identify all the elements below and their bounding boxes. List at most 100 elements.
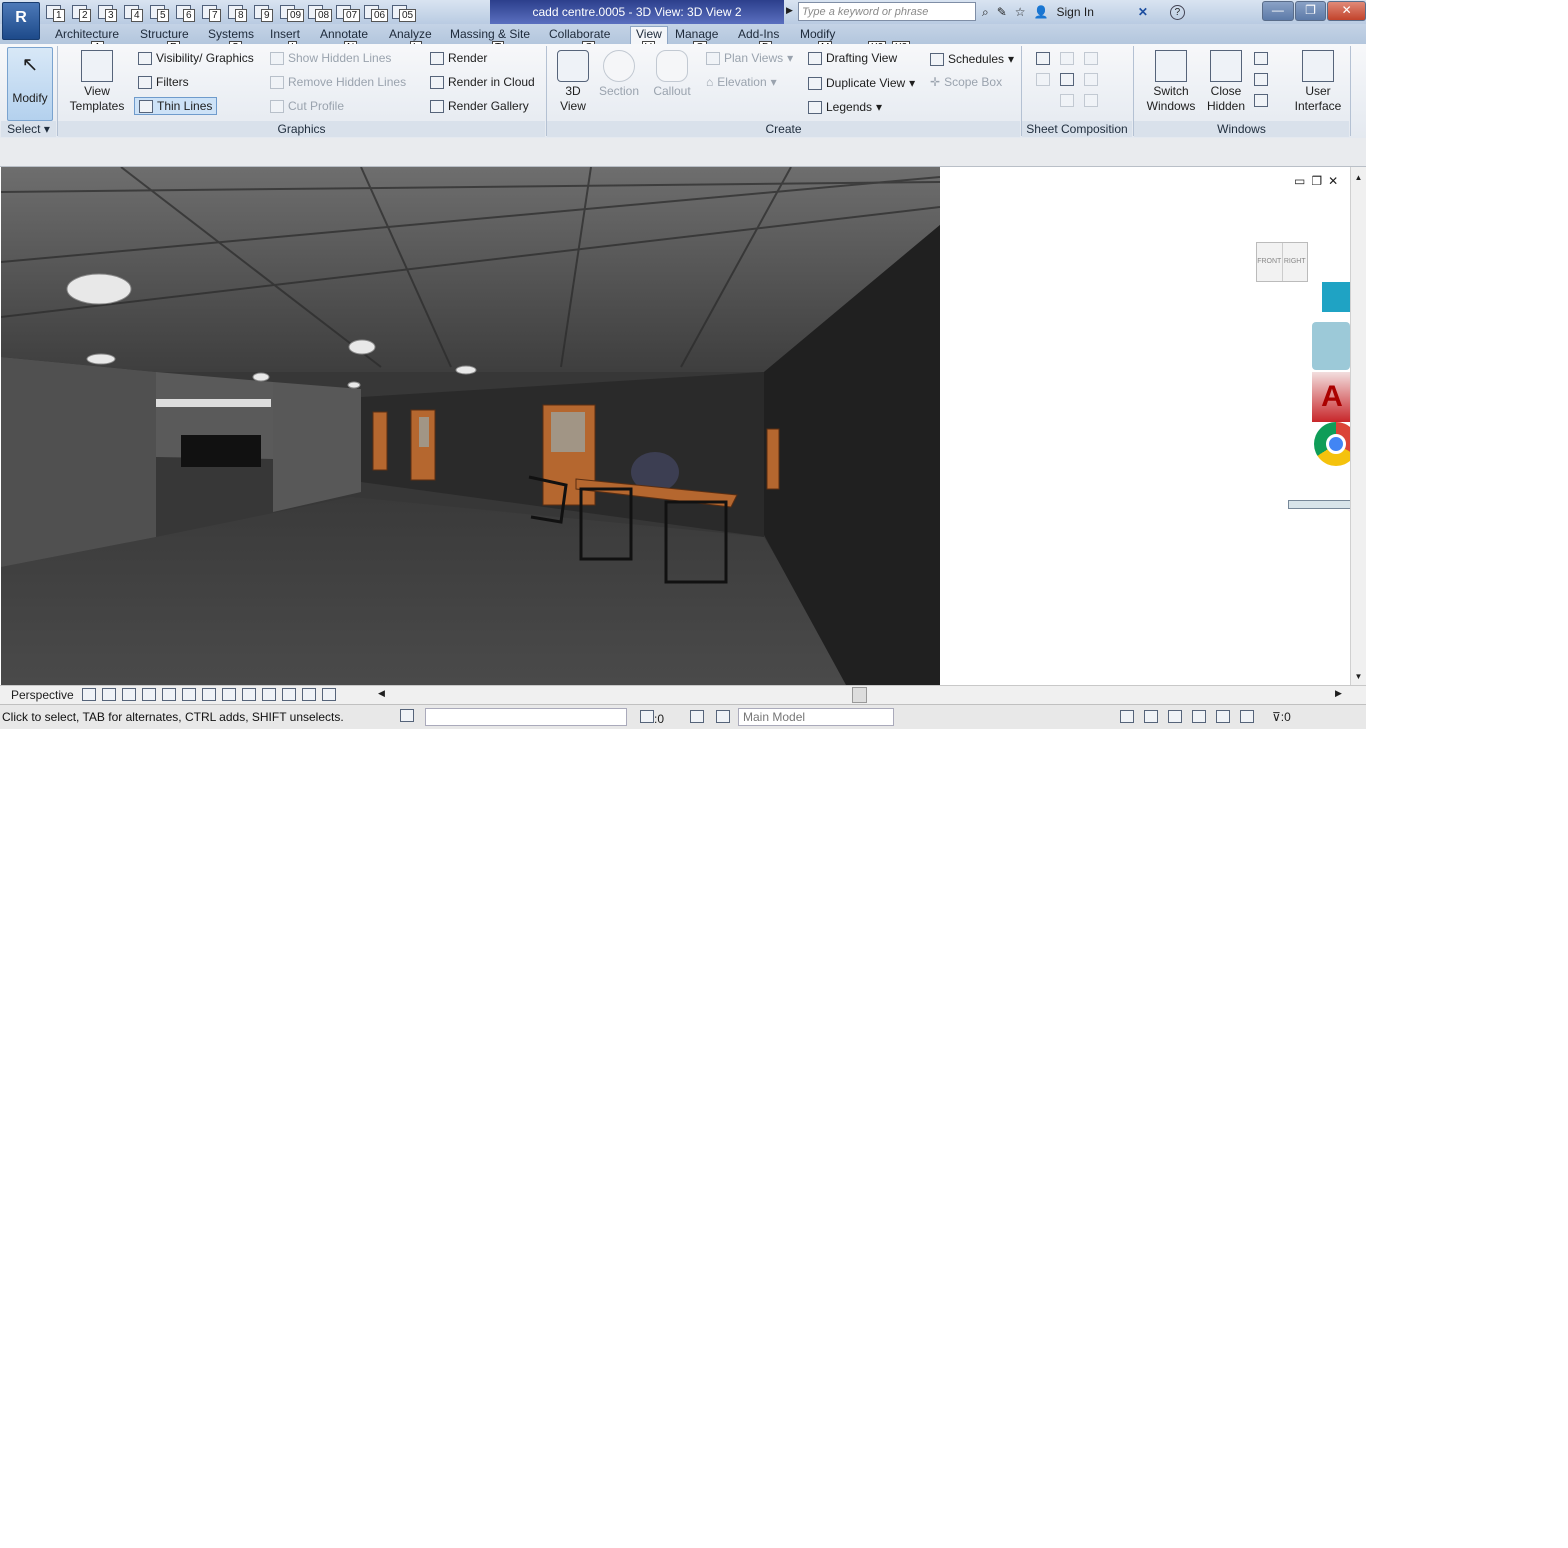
search-input[interactable]: Type a keyword or phrase <box>798 2 976 21</box>
qat-button[interactable]: 2 <box>70 3 94 22</box>
qat-button[interactable]: 06 <box>362 3 389 22</box>
editable-only-icon[interactable] <box>690 710 704 723</box>
close-hidden-button[interactable]: Close Hidden <box>1203 50 1249 114</box>
render-in-cloud-button[interactable]: Render in Cloud <box>430 75 535 89</box>
visual-style-icon[interactable] <box>102 688 116 701</box>
crop-view-icon[interactable] <box>182 688 196 701</box>
new-sheet-icon[interactable] <box>1036 52 1050 65</box>
guide-grid-icon[interactable] <box>1084 73 1098 86</box>
scroll-left-icon[interactable]: ◀ <box>378 688 385 699</box>
panel-select[interactable]: Select ▾ <box>1 121 56 137</box>
elevation-button[interactable]: ⌂ Elevation ▾ <box>706 75 777 89</box>
filters-button[interactable]: Filters <box>138 75 189 89</box>
qat-button[interactable]: 7 <box>200 3 224 22</box>
qat-button[interactable]: 3 <box>96 3 120 22</box>
temp-hide-icon[interactable] <box>242 688 256 701</box>
duplicate-view-button[interactable]: Duplicate View ▾ <box>808 76 915 90</box>
worksets-icon[interactable] <box>400 709 414 722</box>
qat-button[interactable]: 07 <box>334 3 361 22</box>
tile-icon[interactable] <box>1254 94 1268 107</box>
highlight-icon[interactable] <box>302 688 316 701</box>
legends-button[interactable]: Legends ▾ <box>808 100 882 114</box>
title-block-icon[interactable] <box>1060 52 1074 65</box>
help-icon[interactable]: ? <box>1169 4 1185 20</box>
replicate-icon[interactable] <box>1254 52 1268 65</box>
qat-button[interactable]: 4 <box>122 3 146 22</box>
tab-architecture[interactable]: Architecture <box>55 27 119 41</box>
tab-massing-site[interactable]: Massing & Site <box>450 27 530 41</box>
place-view-icon[interactable] <box>1060 94 1074 107</box>
tab-structure[interactable]: Structure <box>140 27 189 41</box>
drafting-view-button[interactable]: Drafting View <box>808 51 897 65</box>
minimize-button[interactable]: — <box>1262 1 1294 21</box>
viewcube-right[interactable]: RIGHT <box>1283 243 1308 281</box>
binoculars-icon[interactable]: ⌕ <box>982 5 989 20</box>
tab-insert[interactable]: Insert <box>270 27 300 41</box>
chevron-right-icon[interactable]: ▶ <box>786 5 793 16</box>
lock-view-icon[interactable] <box>222 688 236 701</box>
scroll-right-icon[interactable]: ▶ <box>1335 688 1342 699</box>
user-interface-button[interactable]: User Interface <box>1290 50 1346 114</box>
render-button[interactable]: Render <box>430 51 487 65</box>
monitor-icon[interactable] <box>1322 282 1350 312</box>
tab-analyze[interactable]: Analyze <box>389 27 432 41</box>
qat-button[interactable]: 08 <box>306 3 333 22</box>
people-icon[interactable] <box>1312 322 1350 370</box>
view-reference-icon[interactable] <box>1060 73 1074 86</box>
sun-path-icon[interactable] <box>122 688 136 701</box>
application-menu-button[interactable]: R <box>2 2 40 40</box>
qat-button[interactable]: 9 <box>252 3 276 22</box>
modify-button[interactable]: ↖ Modify <box>7 47 53 121</box>
viewports-icon[interactable] <box>1084 94 1098 107</box>
select-links-icon[interactable] <box>1120 710 1134 723</box>
restore-icon[interactable]: ❐ <box>1311 174 1322 188</box>
subscription-icon[interactable]: ✎ <box>997 5 1007 19</box>
qat-button[interactable]: 09 <box>278 3 305 22</box>
analytical-model-icon[interactable] <box>282 688 296 701</box>
restore-button[interactable]: ❐ <box>1294 1 1327 21</box>
select-underlay-icon[interactable] <box>1144 710 1158 723</box>
show-hidden-lines-button[interactable]: Show Hidden Lines <box>270 51 391 65</box>
plan-views-button[interactable]: Plan Views ▾ <box>706 51 793 65</box>
horizontal-scroll-thumb[interactable] <box>852 687 867 703</box>
reveal-hidden-icon[interactable] <box>262 688 276 701</box>
scope-box-button[interactable]: ✛ Scope Box <box>930 75 1002 89</box>
user-icon[interactable]: 👤 <box>1034 5 1049 19</box>
filter-count[interactable]: ⊽:0 <box>1272 710 1291 724</box>
select-pinned-icon[interactable] <box>1168 710 1182 723</box>
viewcube-front[interactable]: FRONT <box>1257 243 1283 281</box>
shadows-icon[interactable] <box>142 688 156 701</box>
close-icon[interactable]: ✕ <box>1328 174 1338 188</box>
3d-view-button[interactable]: 3D View <box>554 50 592 114</box>
cut-profile-button[interactable]: Cut Profile <box>270 99 344 113</box>
design-option-dropdown[interactable]: Main Model <box>738 708 894 726</box>
tab-systems[interactable]: Systems <box>208 27 254 41</box>
detail-level-icon[interactable] <box>82 688 96 701</box>
close-button[interactable]: ✕ <box>1327 1 1366 21</box>
qat-button[interactable]: 1 <box>44 3 68 22</box>
render-gallery-button[interactable]: Render Gallery <box>430 99 529 113</box>
tab-modify[interactable]: Modify <box>800 27 835 41</box>
section-button[interactable]: Section <box>597 50 641 99</box>
scroll-up-icon[interactable]: ▲ <box>1351 173 1366 182</box>
worksharing-icon[interactable] <box>322 688 336 701</box>
autocad-icon[interactable]: A <box>1312 372 1352 422</box>
qat-button[interactable]: 8 <box>226 3 250 22</box>
tab-add-ins[interactable]: Add-Ins <box>738 27 779 41</box>
qat-button[interactable]: 05 <box>390 3 417 22</box>
select-by-face-icon[interactable] <box>1192 710 1206 723</box>
design-options-icon[interactable] <box>716 710 730 723</box>
qat-button[interactable]: 6 <box>174 3 198 22</box>
scroll-down-icon[interactable]: ▼ <box>1351 672 1366 681</box>
schedules-button[interactable]: Schedules ▾ <box>930 52 1014 66</box>
remove-hidden-lines-button[interactable]: Remove Hidden Lines <box>270 75 406 89</box>
drag-elements-icon[interactable] <box>1216 710 1230 723</box>
3d-viewport[interactable] <box>1 167 940 685</box>
sign-in-button[interactable]: Sign In <box>1057 5 1094 19</box>
tab-annotate[interactable]: Annotate <box>320 27 368 41</box>
viewcube[interactable]: FRONT RIGHT <box>1256 242 1308 282</box>
vertical-scrollbar[interactable]: ▲ ▼ <box>1350 167 1366 685</box>
background-process-icon[interactable] <box>1240 710 1254 723</box>
matchline-icon[interactable] <box>1036 73 1050 86</box>
star-icon[interactable]: ☆ <box>1015 5 1026 19</box>
